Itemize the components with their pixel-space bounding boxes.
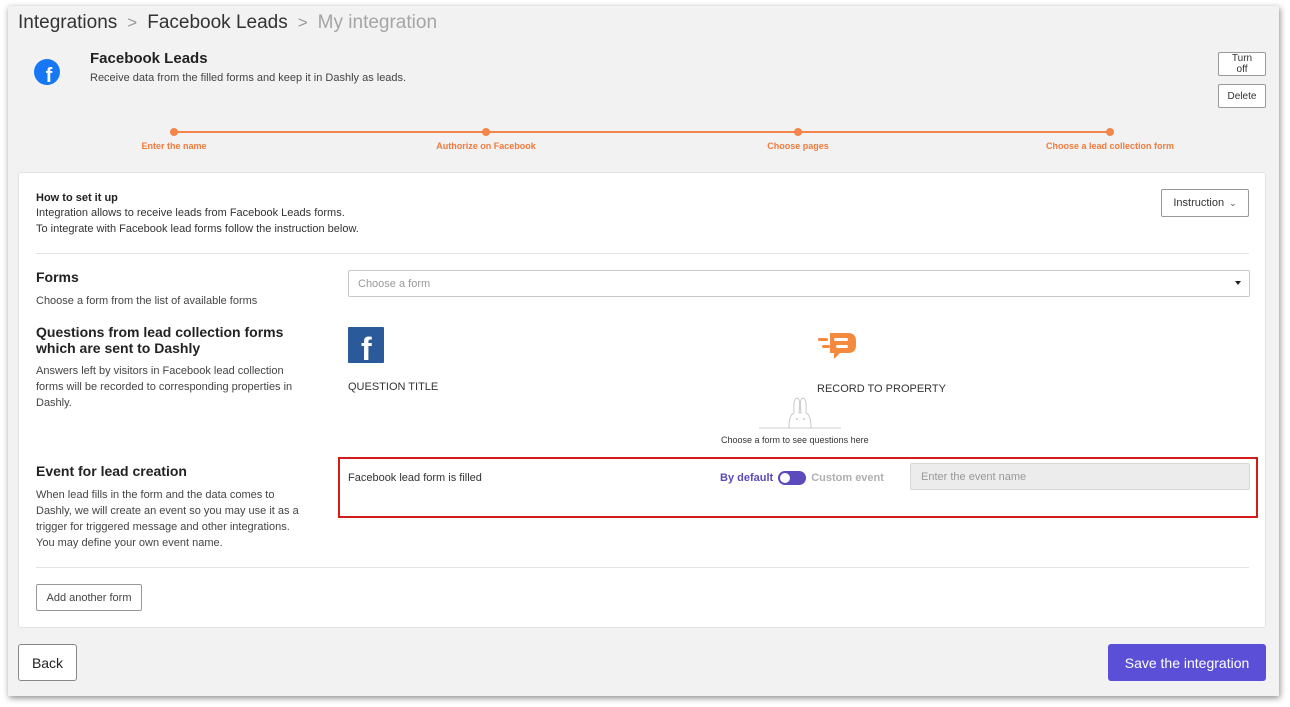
form-select[interactable]: Choose a form bbox=[348, 270, 1250, 297]
setup-stepper: Enter the name Authorize on Facebook Cho… bbox=[141, 126, 1174, 166]
facebook-square-icon: f bbox=[348, 327, 384, 363]
event-description: You may define your own event name. bbox=[36, 537, 223, 549]
divider bbox=[36, 253, 1249, 254]
event-name-placeholder: Enter the event name bbox=[921, 470, 1027, 483]
form-select-placeholder: Choose a form bbox=[358, 277, 431, 290]
event-row-highlight: Facebook lead form is filled By default … bbox=[338, 457, 1258, 518]
questions-title: which are sent to Dashly bbox=[36, 340, 201, 356]
integration-window: Integrations > Facebook Leads > My integ… bbox=[8, 6, 1279, 696]
step-label: Choose a lead collection form bbox=[1045, 141, 1175, 151]
record-property-header: RECORD TO PROPERTY bbox=[817, 383, 946, 395]
breadcrumb-separator: > bbox=[297, 13, 308, 32]
breadcrumb-separator: > bbox=[127, 13, 138, 32]
chevron-down-icon: ⌄ bbox=[1229, 197, 1237, 208]
stepper-line bbox=[174, 131, 1110, 133]
forms-title: Forms bbox=[36, 269, 79, 285]
event-description: trigger for triggered message and other … bbox=[36, 521, 290, 533]
instruction-label: Instruction bbox=[1173, 197, 1225, 209]
facebook-logo-letter: f bbox=[45, 65, 53, 85]
howto-text: Integration allows to receive leads from… bbox=[36, 207, 345, 219]
step-label: Choose pages bbox=[767, 141, 829, 151]
event-mode-switch: By default Custom event bbox=[720, 471, 884, 485]
option-custom-event[interactable]: Custom event bbox=[811, 472, 884, 484]
settings-panel: How to set it up Integration allows to r… bbox=[18, 172, 1266, 628]
empty-questions-hint: Choose a form to see questions here bbox=[721, 435, 869, 445]
questions-description: Dashly. bbox=[36, 397, 72, 409]
step-label: Authorize on Facebook bbox=[436, 141, 536, 151]
breadcrumb-facebook-leads[interactable]: Facebook Leads bbox=[147, 12, 288, 34]
dashly-icon bbox=[818, 333, 856, 359]
howto-title: How to set it up bbox=[36, 192, 118, 204]
empty-state-bunny-icon bbox=[759, 397, 841, 429]
step-dot bbox=[170, 128, 178, 136]
toggle-knob bbox=[780, 473, 791, 483]
integration-description: Receive data from the filled forms and k… bbox=[90, 72, 407, 84]
forms-description: Choose a form from the list of available… bbox=[36, 295, 258, 307]
back-button[interactable]: Back bbox=[18, 644, 77, 681]
questions-description: Answers left by visitors in Facebook lea… bbox=[36, 365, 284, 377]
divider bbox=[36, 567, 1249, 568]
breadcrumb: Integrations > Facebook Leads > My integ… bbox=[18, 12, 437, 34]
turn-off-button[interactable]: Turn off bbox=[1218, 52, 1266, 76]
howto-text: To integrate with Facebook lead forms fo… bbox=[36, 223, 359, 235]
event-title: Event for lead creation bbox=[36, 463, 187, 479]
delete-button[interactable]: Delete bbox=[1218, 84, 1266, 108]
step-dot bbox=[482, 128, 490, 136]
facebook-round-icon: f bbox=[34, 59, 60, 85]
save-integration-button[interactable]: Save the integration bbox=[1108, 644, 1266, 681]
step-dot bbox=[794, 128, 802, 136]
event-row-label: Facebook lead form is filled bbox=[348, 472, 482, 484]
integration-title: Facebook Leads bbox=[90, 50, 208, 67]
caret-down-icon bbox=[1235, 281, 1241, 285]
instruction-button[interactable]: Instruction ⌄ bbox=[1161, 189, 1249, 217]
questions-description: forms will be recorded to corresponding … bbox=[36, 381, 293, 393]
event-description: When lead fills in the form and the data… bbox=[36, 489, 275, 501]
question-title-header: QUESTION TITLE bbox=[348, 381, 439, 393]
event-name-input[interactable]: Enter the event name bbox=[910, 463, 1250, 490]
event-description: Dashly, we will create an event so you m… bbox=[36, 505, 299, 517]
event-mode-toggle[interactable] bbox=[778, 471, 807, 485]
breadcrumb-integrations[interactable]: Integrations bbox=[18, 12, 117, 34]
step-dot bbox=[1106, 128, 1114, 136]
breadcrumb-current: My integration bbox=[317, 12, 438, 33]
facebook-square-letter: f bbox=[361, 331, 372, 363]
step-label: Enter the name bbox=[141, 141, 207, 151]
questions-title: Questions from lead collection forms bbox=[36, 324, 284, 340]
option-by-default[interactable]: By default bbox=[720, 472, 773, 484]
add-another-form-button[interactable]: Add another form bbox=[36, 584, 142, 611]
